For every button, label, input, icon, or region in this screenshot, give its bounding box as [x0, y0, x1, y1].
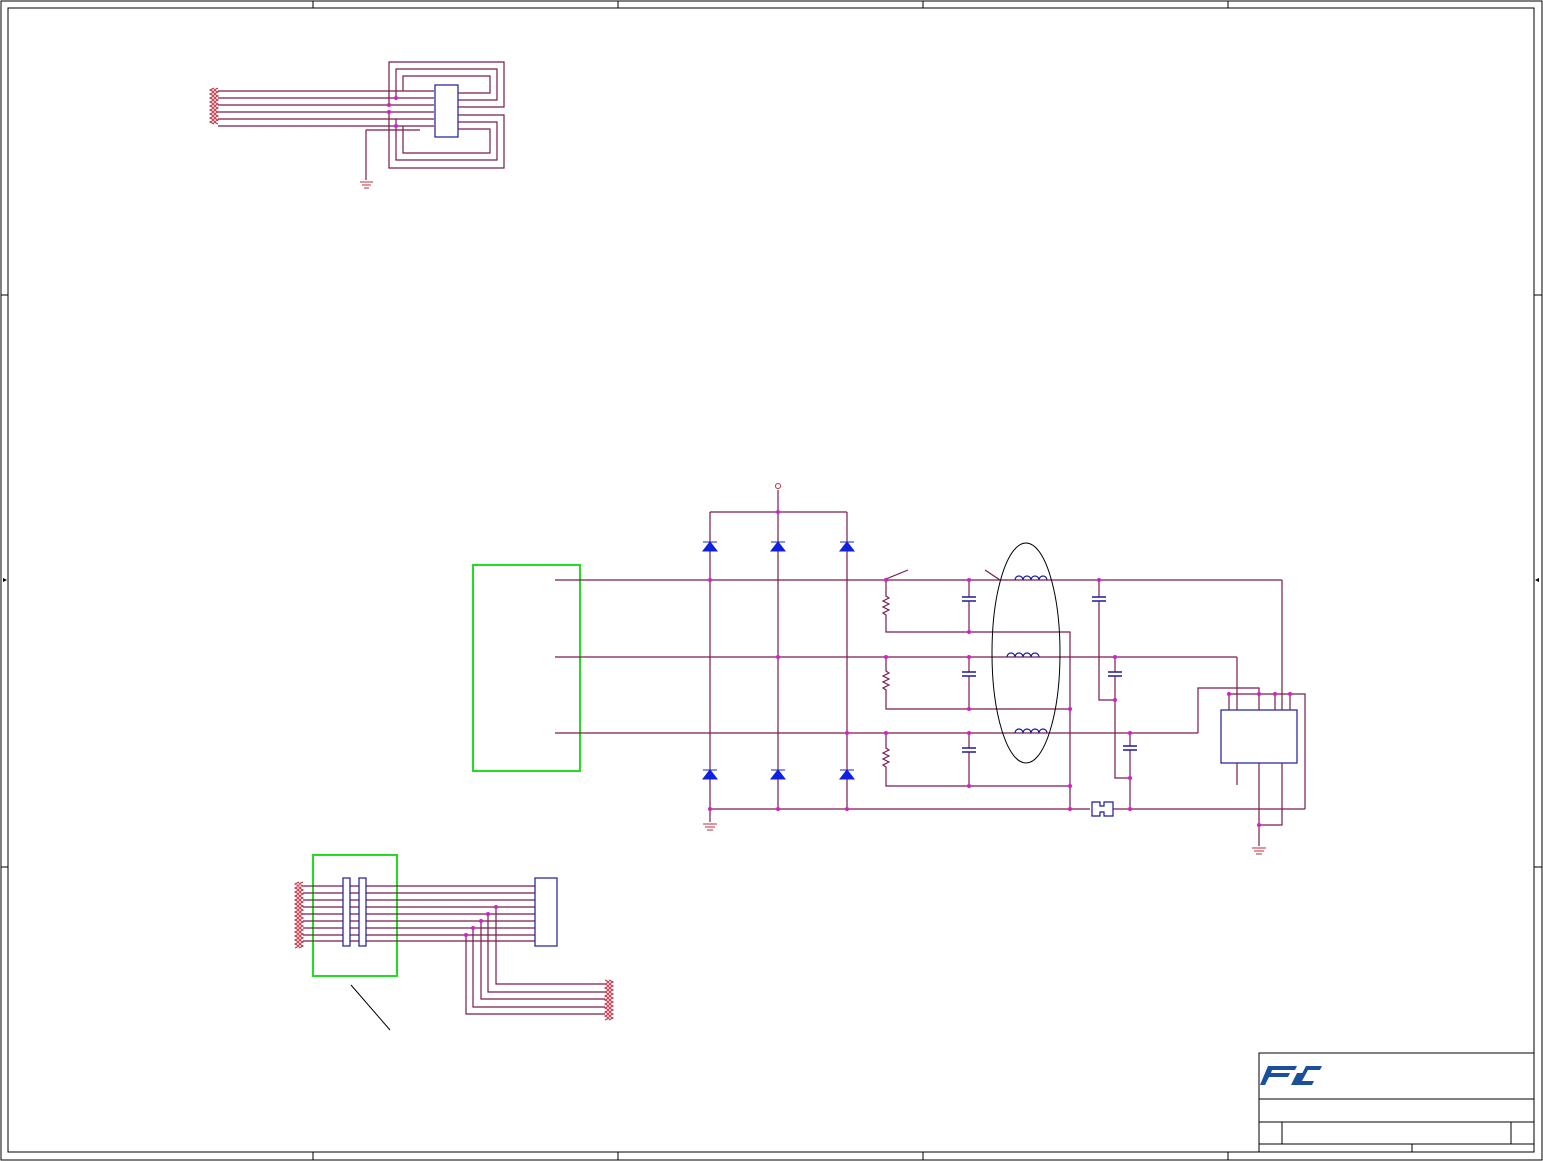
connector-icon	[434, 84, 459, 138]
bottom-left-connector-group	[293, 854, 615, 1031]
ground-icon	[1252, 847, 1266, 855]
ground-icon	[703, 823, 717, 831]
connector-icon	[342, 877, 351, 947]
net-label-arrows-top	[208, 87, 220, 125]
schematic-sheet	[0, 0, 1543, 1161]
highlight-box-input	[472, 564, 581, 772]
resistor-icon	[881, 580, 1071, 809]
connector-icon	[1220, 709, 1298, 764]
highlight-box-connector	[312, 854, 398, 977]
fic-logo-icon	[1260, 1066, 1322, 1085]
connector-icon	[358, 877, 367, 947]
fuse-icon	[1091, 801, 1114, 817]
top-left-connector-group	[208, 61, 505, 189]
title-block	[1258, 1052, 1535, 1153]
connector-icon	[534, 877, 558, 947]
junction-dots	[708, 510, 1292, 827]
ground-icon	[360, 181, 373, 189]
capacitor-icon	[962, 580, 976, 786]
rectifier-circuit	[472, 483, 1306, 855]
capacitor-icon	[1092, 580, 1137, 809]
